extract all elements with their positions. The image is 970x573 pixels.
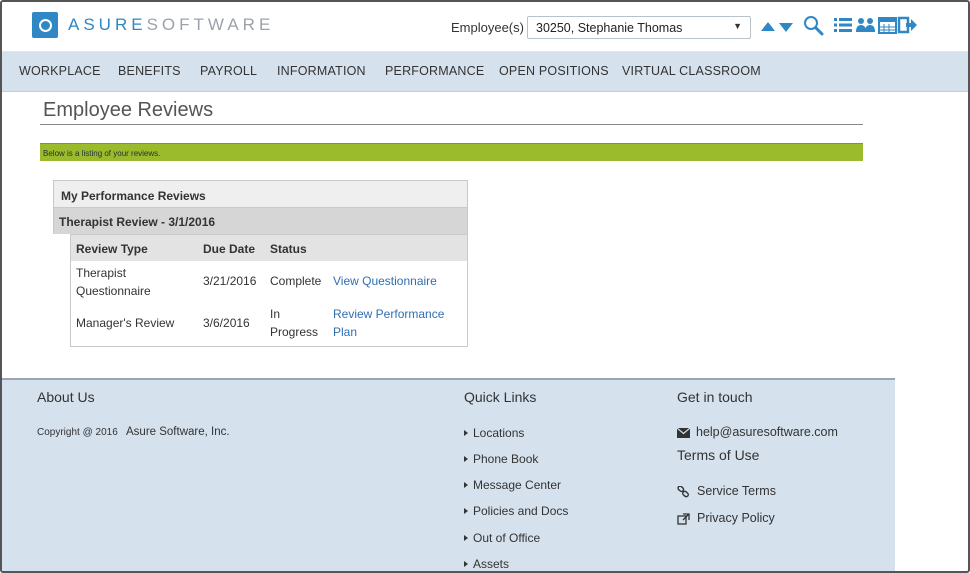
arrow-down-icon[interactable]	[779, 23, 793, 32]
caret-right-icon	[464, 507, 468, 514]
quick-link-label: Policies and Docs	[473, 504, 569, 518]
caret-right-icon	[464, 534, 468, 541]
caret-right-icon	[464, 560, 468, 567]
column-header-review-type: Review Type	[76, 242, 148, 256]
employee-select[interactable]: 30250, Stephanie Thomas ▼	[527, 16, 751, 39]
status-cell-line2: Progress	[270, 325, 319, 339]
review-type-cell: Manager's Review	[76, 316, 175, 330]
envelope-icon	[676, 427, 691, 438]
footer: About Us Copyright @ 2016 Asure Software…	[2, 378, 895, 571]
reviews-panel: My Performance Reviews Therapist Review …	[53, 180, 468, 347]
quick-link-out-of-office[interactable]: Out of Office	[464, 531, 540, 545]
list-icon[interactable]	[832, 14, 854, 36]
reviews-heading: My Performance Reviews	[53, 180, 468, 208]
terms-heading: Terms of Use	[677, 447, 760, 463]
app-window: ASURESOFTWARE Employee(s) 30250, Stephan…	[0, 0, 970, 573]
service-terms-link[interactable]: Service Terms	[677, 484, 776, 498]
quick-links-heading: Quick Links	[464, 389, 537, 405]
info-banner-text: Below is a listing of your reviews.	[43, 149, 161, 158]
status-cell: Complete	[270, 274, 322, 288]
privacy-policy-link[interactable]: Privacy Policy	[677, 511, 775, 525]
logo-text[interactable]: ASURESOFTWARE	[68, 15, 274, 35]
column-header-status: Status	[270, 242, 307, 256]
nav-item-benefits[interactable]: BENEFITS	[118, 64, 181, 78]
title-divider	[40, 124, 863, 125]
employee-label: Employee(s)	[451, 20, 524, 35]
caret-right-icon	[464, 429, 468, 436]
quick-link-message-center[interactable]: Message Center	[464, 478, 561, 492]
external-link-icon	[677, 513, 690, 525]
review-group-heading: Therapist Review - 3/1/2016	[53, 208, 468, 234]
due-date-cell: 3/6/2016	[203, 316, 250, 330]
quick-link-label: Phone Book	[473, 452, 539, 466]
view-questionnaire-link[interactable]: View Questionnaire	[333, 272, 437, 290]
quick-link-assets[interactable]: Assets	[464, 557, 509, 571]
info-banner: Below is a listing of your reviews.	[40, 143, 863, 161]
page-title: Employee Reviews	[43, 99, 214, 121]
nav-item-virtual-classroom[interactable]: VIRTUAL CLASSROOM	[622, 64, 761, 78]
logo-icon[interactable]	[32, 12, 58, 38]
quick-link-label: Out of Office	[473, 531, 541, 545]
review-performance-plan-link-line2[interactable]: Plan	[333, 323, 357, 341]
quick-link-locations[interactable]: Locations	[464, 426, 524, 440]
caret-right-icon	[464, 481, 468, 488]
email-text: help@asuresoftware.com	[696, 425, 838, 439]
logo-text-part2: SOFTWARE	[146, 15, 275, 34]
arrow-up-icon[interactable]	[761, 22, 775, 31]
logout-icon[interactable]	[897, 14, 919, 36]
quick-link-phone-book[interactable]: Phone Book	[464, 452, 538, 466]
copyright-prefix: Copyright @ 2016	[37, 427, 118, 438]
email-link[interactable]: help@asuresoftware.com	[676, 425, 838, 439]
quick-link-label: Assets	[473, 557, 510, 571]
review-type-cell: Therapist	[76, 266, 127, 280]
review-type-cell-line2: Questionnaire	[76, 284, 151, 298]
privacy-policy-text: Privacy Policy	[697, 511, 775, 525]
employee-selected-value: 30250, Stephanie Thomas	[536, 21, 683, 35]
column-header-due-date: Due Date	[203, 242, 256, 256]
search-icon[interactable]	[802, 14, 824, 36]
copyright-company: Asure Software, Inc.	[126, 426, 230, 438]
due-date-cell: 3/21/2016	[203, 274, 257, 288]
header: ASURESOFTWARE Employee(s) 30250, Stephan…	[2, 2, 968, 52]
people-icon[interactable]	[855, 14, 877, 36]
status-cell: In	[270, 307, 281, 321]
main-nav: WORKPLACE BENEFITS PAYROLL INFORMATION P…	[2, 52, 968, 92]
caret-right-icon	[464, 455, 468, 462]
nav-item-information[interactable]: INFORMATION	[277, 64, 366, 78]
nav-item-performance[interactable]: PERFORMANCE	[385, 64, 484, 78]
quick-link-policies-and-docs[interactable]: Policies and Docs	[464, 504, 568, 518]
contact-heading: Get in touch	[677, 389, 753, 405]
link-icon	[677, 485, 689, 498]
service-terms-text: Service Terms	[697, 484, 776, 498]
about-heading: About Us	[37, 389, 95, 405]
reviews-table: Review Type Due Date Status Therapist Qu…	[70, 234, 468, 347]
logo-text-part1: ASURE	[68, 15, 147, 34]
nav-item-open-positions[interactable]: OPEN POSITIONS	[499, 64, 609, 78]
nav-item-payroll[interactable]: PAYROLL	[200, 64, 257, 78]
chevron-down-icon: ▼	[733, 21, 742, 31]
nav-item-workplace[interactable]: WORKPLACE	[19, 64, 101, 78]
review-performance-plan-link[interactable]: Review Performance	[333, 305, 444, 323]
quick-link-label: Message Center	[473, 478, 562, 492]
calendar-icon[interactable]	[877, 14, 899, 36]
quick-link-label: Locations	[473, 426, 525, 440]
reviews-table-header: Review Type Due Date Status	[71, 235, 467, 261]
